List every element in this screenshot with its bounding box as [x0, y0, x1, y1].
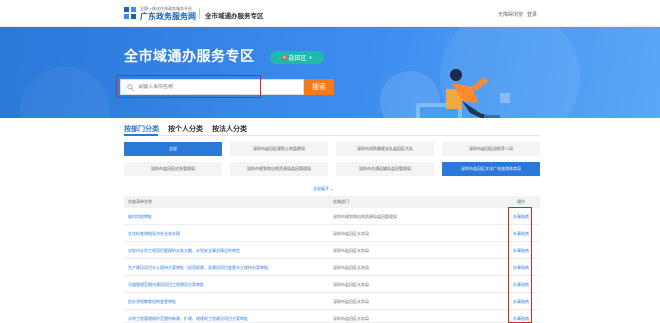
table-row: 河道管理范围内建设项目工程建设方案审批 深圳市盐田区水务局 办事指南 — [124, 276, 540, 293]
guide-link[interactable]: 办事指南 — [513, 299, 529, 305]
banner-title: 全市域通办服务专区 — [124, 48, 255, 64]
login-link[interactable]: 登录 — [527, 11, 537, 18]
search-input[interactable] — [138, 84, 288, 90]
logo-title[interactable]: 广东政务服务网 — [140, 11, 196, 22]
item-name-link[interactable]: 河道管理范围内建设项目工程建设方案审批 — [128, 282, 204, 288]
department-item[interactable]: 深圳市交通运输局盐田管理局 — [336, 162, 434, 176]
district-label: 盐田区 — [288, 56, 307, 62]
item-department: 深圳市盐田区水务局 — [333, 299, 369, 304]
item-name-link[interactable]: 水利工程管理保护范围内新建、扩建、改建的工程建设项目方案审批 — [128, 316, 248, 322]
department-all[interactable]: 全部 — [124, 142, 222, 156]
table-row: 对农村水利工程项目管理的水务大额、水利安全事业情况的审定 深圳市盐田区水务局 办… — [124, 242, 540, 259]
item-name-link[interactable]: 文化检查和指导对外业务办理 — [128, 231, 180, 237]
active-tab-indicator — [124, 134, 158, 136]
banner-decoration — [20, 67, 110, 118]
table-row: 文化检查和指导对外业务办理 深圳市盐田区水务局 办事指南 — [124, 225, 540, 242]
logo-icon — [124, 7, 136, 19]
category-tabs: 按部门分类 按个人分类 按法人分类 — [124, 122, 540, 136]
department-item[interactable]: 深圳市规划和自然资源局盐田管理局 — [230, 162, 328, 176]
header-divider — [199, 8, 200, 19]
banner: 全市域通办服务专区 盐田区 ▼ — [0, 27, 660, 118]
top-bar: 全国一体化在线政务服务平台 广东政务服务网 全市域通办服务专区 无障碍浏览 | … — [0, 0, 660, 27]
guide-link[interactable]: 办事指南 — [513, 248, 529, 254]
district-selector[interactable]: 盐田区 ▼ — [270, 51, 324, 64]
item-department: 深圳市盐田区水务局 — [333, 282, 369, 287]
table-row: 水利工程管理保护范围内新建、扩建、改建的工程建设项目方案审批 深圳市盐田区水务局… — [124, 310, 540, 323]
item-name-link[interactable]: 生产建设项目水土保持方案审批（适用权限，含建设项目变更水土保持方案审批） — [128, 265, 272, 271]
accessibility-link[interactable]: 无障碍浏览 — [498, 11, 523, 18]
item-name-link[interactable]: 临时用地审批 — [128, 214, 152, 220]
item-name-link[interactable]: 民办学校教育机构变更审批 — [128, 299, 176, 305]
guide-link[interactable]: 办事指南 — [513, 231, 529, 237]
tab-personal[interactable]: 按个人分类 — [168, 124, 203, 134]
search-button[interactable]: 搜索 — [304, 79, 334, 95]
zone-title: 全市域通办服务专区 — [205, 13, 264, 20]
item-department: 深圳市盐田区水务局 — [333, 248, 369, 253]
table-row: 生产建设项目水土保持方案审批（适用权限，含建设项目变更水土保持方案审批） 深圳市… — [124, 259, 540, 276]
table-row: 民办学校教育机构变更审批 深圳市盐田区水务局 办事指南 — [124, 293, 540, 310]
guide-link[interactable]: 办事指南 — [513, 282, 529, 288]
item-department: 深圳市盐田区水务局 — [333, 316, 369, 321]
guide-link[interactable]: 办事指南 — [513, 265, 529, 271]
department-item[interactable]: 深圳市盐田区应急管理局 — [124, 162, 222, 176]
department-item[interactable]: 深圳市盐田区退役军人局 — [442, 142, 540, 156]
guide-link[interactable]: 办事指南 — [513, 214, 529, 220]
item-department: 深圳市规划和自然资源局盐田管理局 — [333, 214, 397, 219]
item-name-link[interactable]: 对农村水利工程项目管理的水务大额、水利安全事业情况的审定 — [128, 248, 240, 254]
expand-all-link[interactable]: 全部展开 ⌄ — [313, 186, 333, 192]
search-icon — [127, 83, 134, 91]
location-pin-icon — [281, 54, 287, 61]
banner-illustration — [380, 69, 510, 118]
tab-department[interactable]: 按部门分类 — [124, 124, 159, 134]
login-separator: | — [522, 11, 524, 17]
column-header-dept: 实施部门 — [333, 199, 349, 204]
department-item[interactable]: 深圳市消防救援支队盐田区大队 — [336, 142, 434, 156]
department-item[interactable]: 深圳市盐田区规划土地监察局 — [230, 142, 328, 156]
table-row: 临时用地审批 深圳市规划和自然资源局盐田管理局 办事指南 — [124, 208, 540, 225]
search-box — [120, 79, 304, 95]
table-header: 实施清单名称 实施部门 操作 — [124, 196, 540, 208]
item-department: 深圳市盐田区水务局 — [333, 231, 369, 236]
chevron-down-icon: ▼ — [308, 55, 313, 60]
column-header-name: 实施清单名称 — [128, 199, 152, 204]
guide-link[interactable]: 办事指南 — [513, 316, 529, 322]
item-department: 深圳市盐田区水务局 — [333, 265, 369, 270]
department-item-selected[interactable]: 深圳市盐田区文化广电旅游体育局 — [442, 162, 540, 176]
column-header-action: 操作 — [517, 199, 525, 204]
tab-legal-entity[interactable]: 按法人分类 — [212, 124, 247, 134]
